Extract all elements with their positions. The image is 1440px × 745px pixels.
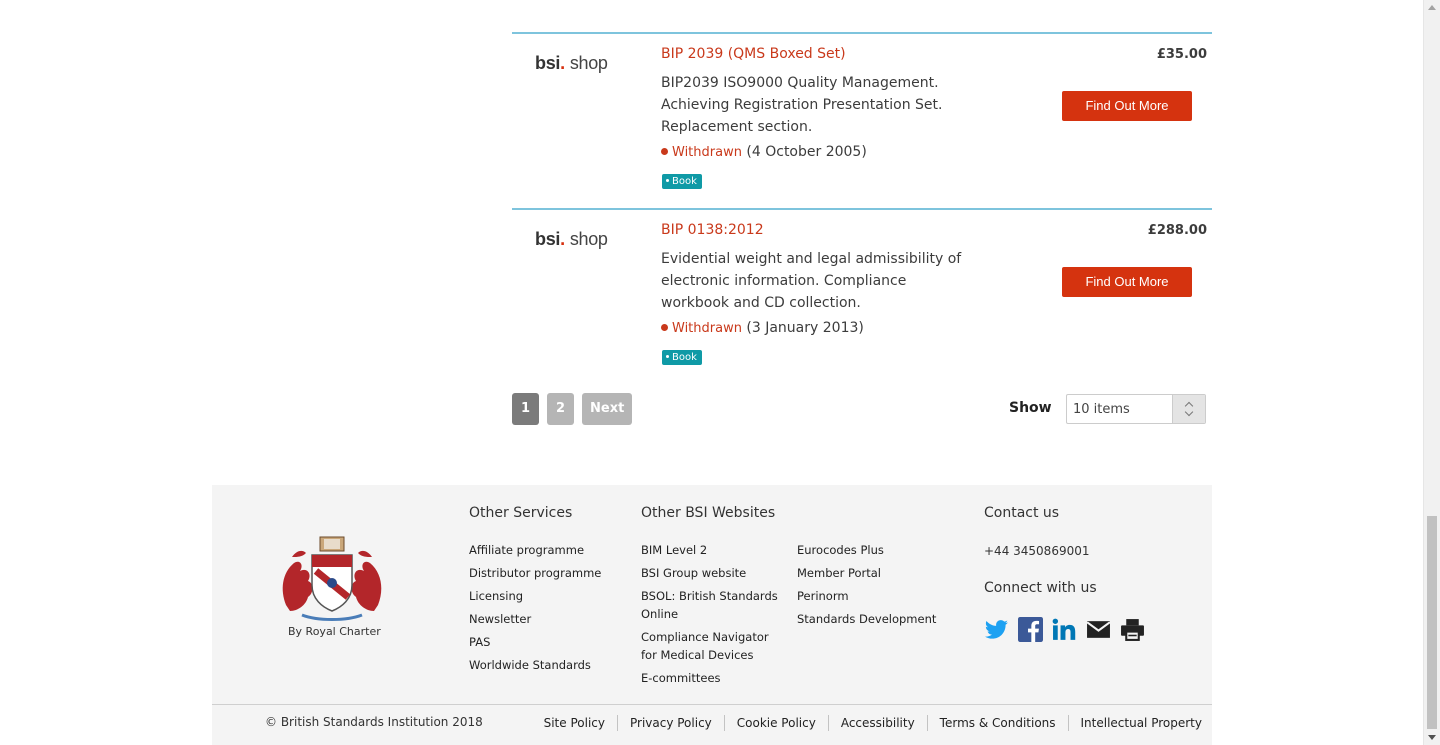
terms-conditions-link[interactable]: Terms & Conditions: [926, 715, 1068, 731]
tag-label: Book: [672, 176, 697, 187]
legal-links: Site Policy Privacy Policy Cookie Policy…: [532, 715, 1202, 731]
product-description: BIP2039 ISO9000 Quality Management. Achi…: [661, 75, 943, 135]
find-out-more-button[interactable]: Find Out More: [1062, 91, 1192, 121]
footer-link-member-portal[interactable]: Member Portal: [797, 564, 957, 582]
status-date: (4 October 2005): [746, 144, 867, 160]
select-chevron-icon: [1172, 395, 1205, 423]
footer-link-distributor[interactable]: Distributor programme: [469, 564, 629, 582]
logo-dot: .: [560, 53, 565, 73]
email-icon[interactable]: [1086, 617, 1111, 642]
linkedin-icon[interactable]: [1052, 617, 1077, 642]
product-title-link[interactable]: BIP 2039 (QMS Boxed Set): [661, 46, 846, 62]
scrollbar-thumb[interactable]: [1427, 516, 1437, 729]
items-per-page-value: 10 items: [1073, 402, 1130, 417]
contact-heading: Contact us: [984, 505, 1060, 521]
footer-link-e-committees[interactable]: E-committees: [641, 669, 786, 687]
footer-link-compliance-navigator[interactable]: Compliance Navigator for Medical Devices: [641, 628, 786, 664]
next-page-button[interactable]: Next: [582, 393, 633, 425]
product-results: bsi. shop BIP 2039 (QMS Boxed Set) BIP203…: [512, 32, 1212, 384]
footer-link-affiliate[interactable]: Affiliate programme: [469, 541, 629, 559]
royal-charter-crest-icon: [272, 535, 392, 629]
accessibility-link[interactable]: Accessibility: [827, 715, 927, 731]
bsi-shop-logo: bsi. shop: [535, 229, 608, 250]
scroll-up-icon[interactable]: [1428, 5, 1436, 10]
logo-shop-text: shop: [569, 53, 608, 73]
show-label: Show: [1009, 400, 1052, 416]
footer-divider: [212, 704, 1212, 705]
logo-bsi-text: bsi: [535, 53, 561, 73]
site-footer: By Royal Charter Other Services Affiliat…: [212, 485, 1212, 745]
other-services-heading: Other Services: [469, 505, 573, 521]
other-services-list: Affiliate programme Distributor programm…: [469, 541, 629, 679]
product-price: £288.00: [1147, 223, 1207, 238]
status-bullet-icon: [661, 324, 668, 331]
bsi-shop-logo: bsi. shop: [535, 53, 608, 74]
product-price: £35.00: [1156, 47, 1207, 62]
format-tag: Book: [662, 174, 702, 189]
logo-bsi-text: bsi: [535, 229, 561, 249]
copyright: © British Standards Institution 2018: [265, 715, 483, 729]
other-websites-heading: Other BSI Websites: [641, 505, 776, 521]
page-1-button[interactable]: 1: [512, 393, 539, 425]
product-description: Evidential weight and legal admissibilit…: [661, 251, 962, 311]
other-websites-list-2: Eurocodes Plus Member Portal Perinorm St…: [797, 541, 957, 633]
tag-dot-icon: [666, 179, 669, 182]
site-policy-link[interactable]: Site Policy: [532, 715, 617, 731]
footer-link-perinorm[interactable]: Perinorm: [797, 587, 957, 605]
product-status: Withdrawn (3 January 2013): [661, 320, 864, 336]
footer-link-licensing[interactable]: Licensing: [469, 587, 629, 605]
twitter-icon[interactable]: [984, 617, 1009, 642]
product-title-link[interactable]: BIP 0138:2012: [661, 222, 764, 238]
page-2-button[interactable]: 2: [547, 393, 574, 425]
status-withdrawn: Withdrawn: [672, 145, 742, 160]
royal-charter-label: By Royal Charter: [288, 625, 381, 638]
status-date: (3 January 2013): [746, 320, 864, 336]
format-tag: Book: [662, 350, 702, 365]
items-per-page-select[interactable]: 10 items: [1066, 394, 1206, 424]
logo-shop-text: shop: [569, 229, 608, 249]
product-card: bsi. shop BIP 0138:2012 Evidential weight…: [512, 208, 1212, 384]
footer-link-bsol[interactable]: BSOL: British Standards Online: [641, 587, 786, 623]
pagination: 1 2 Next: [512, 393, 633, 425]
status-bullet-icon: [661, 148, 668, 155]
product-status: Withdrawn (4 October 2005): [661, 144, 867, 160]
footer-link-bim[interactable]: BIM Level 2: [641, 541, 786, 559]
footer-link-eurocodes[interactable]: Eurocodes Plus: [797, 541, 957, 559]
logo-dot: .: [560, 229, 565, 249]
footer-link-pas[interactable]: PAS: [469, 633, 629, 651]
intellectual-property-link[interactable]: Intellectual Property: [1067, 715, 1202, 731]
other-websites-list-1: BIM Level 2 BSI Group website BSOL: Brit…: [641, 541, 786, 692]
contact-phone[interactable]: +44 3450869001: [984, 544, 1090, 558]
cookie-policy-link[interactable]: Cookie Policy: [723, 715, 828, 731]
footer-link-worldwide[interactable]: Worldwide Standards: [469, 656, 629, 674]
find-out-more-button[interactable]: Find Out More: [1062, 267, 1192, 297]
page-scrollbar[interactable]: [1423, 0, 1440, 745]
privacy-policy-link[interactable]: Privacy Policy: [616, 715, 724, 731]
scroll-down-icon[interactable]: [1428, 735, 1436, 740]
product-card: bsi. shop BIP 2039 (QMS Boxed Set) BIP203…: [512, 32, 1212, 208]
footer-link-newsletter[interactable]: Newsletter: [469, 610, 629, 628]
connect-heading: Connect with us: [984, 580, 1097, 596]
footer-link-bsi-group[interactable]: BSI Group website: [641, 564, 786, 582]
footer-link-standards-development[interactable]: Standards Development: [797, 610, 957, 628]
print-icon[interactable]: [1120, 617, 1145, 642]
status-withdrawn: Withdrawn: [672, 321, 742, 336]
tag-dot-icon: [666, 355, 669, 358]
tag-label: Book: [672, 352, 697, 363]
social-links: [984, 617, 1145, 642]
facebook-icon[interactable]: [1018, 617, 1043, 642]
